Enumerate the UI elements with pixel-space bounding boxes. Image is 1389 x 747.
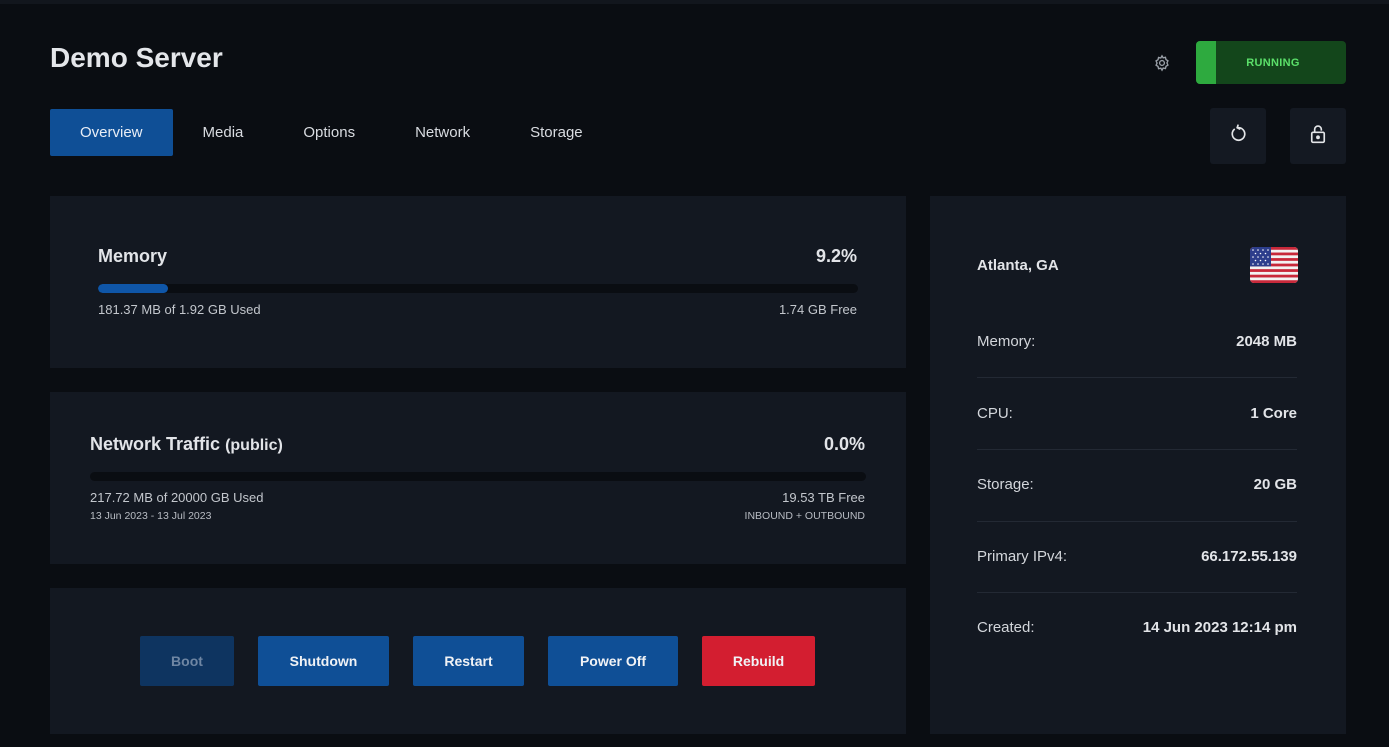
shutdown-button[interactable]: Shutdown <box>258 636 389 686</box>
cpu-spec-value: 1 Core <box>1250 405 1297 422</box>
us-flag-icon <box>1250 247 1298 283</box>
cpu-spec-label: CPU: <box>977 405 1013 422</box>
gear-icon[interactable] <box>1150 51 1174 75</box>
memory-free: 1.74 GB Free <box>778 302 857 317</box>
network-label: Network Traffic (public) <box>90 434 283 455</box>
created-spec-value: 14 Jun 2023 12:14 pm <box>1142 619 1297 636</box>
memory-panel: Memory 9.2% 181.37 MB of 1.92 GB Used 1.… <box>50 196 906 368</box>
storage-spec-value: 20 GB <box>1253 476 1297 493</box>
ipv4-spec-value[interactable]: 66.172.55.139 <box>1201 548 1297 565</box>
boot-button[interactable]: Boot <box>140 636 234 686</box>
tab-network[interactable]: Network <box>385 109 500 156</box>
tab-overview[interactable]: Overview <box>50 109 173 156</box>
memory-used: 181.37 MB of 1.92 GB Used <box>98 302 261 317</box>
storage-spec-label: Storage: <box>977 476 1034 493</box>
created-spec-label: Created: <box>977 619 1035 636</box>
location-label: Atlanta, GA <box>977 257 1059 274</box>
network-percent: 0.0% <box>823 434 865 454</box>
memory-label: Memory <box>98 246 168 266</box>
info-row-memory: Memory: 2048 MB <box>977 333 1297 405</box>
ipv4-spec-label: Primary IPv4: <box>977 548 1068 565</box>
tab-media[interactable]: Media <box>173 109 274 156</box>
divider <box>977 592 1297 593</box>
network-label-main: Network Traffic <box>90 434 221 454</box>
info-row-cpu: CPU: 1 Core <box>977 405 1297 477</box>
network-period: 13 Jun 2023 - 13 Jul 2023 <box>90 510 212 522</box>
lock-button[interactable] <box>1290 108 1346 164</box>
info-row-storage: Storage: 20 GB <box>977 476 1297 548</box>
memory-spec-value: 2048 MB <box>1236 333 1297 350</box>
reload-button[interactable] <box>1210 108 1266 164</box>
tab-storage[interactable]: Storage <box>500 109 613 156</box>
network-panel: Network Traffic (public) 0.0% 217.72 MB … <box>50 392 906 564</box>
tab-bar: Overview Media Options Network Storage <box>50 109 613 156</box>
divider <box>977 521 1297 522</box>
status-label: RUNNING <box>1246 56 1300 69</box>
lock-icon <box>1308 123 1328 150</box>
info-row-created: Created: 14 Jun 2023 12:14 pm <box>977 619 1297 691</box>
restart-button[interactable]: Restart <box>413 636 524 686</box>
divider <box>977 449 1297 450</box>
rebuild-button[interactable]: Rebuild <box>702 636 815 686</box>
memory-spec-label: Memory: <box>977 333 1036 350</box>
info-row-ipv4: Primary IPv4: 66.172.55.139 <box>977 548 1297 620</box>
divider <box>977 377 1297 378</box>
status-indicator <box>1196 41 1216 84</box>
network-free: 19.53 TB Free <box>782 490 865 505</box>
reload-icon <box>1228 123 1248 149</box>
memory-progress-fill <box>98 284 168 293</box>
status-badge: RUNNING <box>1196 41 1346 84</box>
page-title: Demo Server <box>50 42 223 73</box>
power-off-button[interactable]: Power Off <box>548 636 678 686</box>
memory-percent: 9.2% <box>815 246 857 266</box>
network-direction: INBOUND + OUTBOUND <box>744 510 865 522</box>
top-border <box>0 0 1389 4</box>
tab-options[interactable]: Options <box>273 109 385 156</box>
network-used: 217.72 MB of 20000 GB Used <box>90 490 264 505</box>
memory-progress-bar <box>98 284 858 293</box>
network-progress-bar <box>90 472 866 481</box>
network-label-sub: (public) <box>225 437 283 454</box>
